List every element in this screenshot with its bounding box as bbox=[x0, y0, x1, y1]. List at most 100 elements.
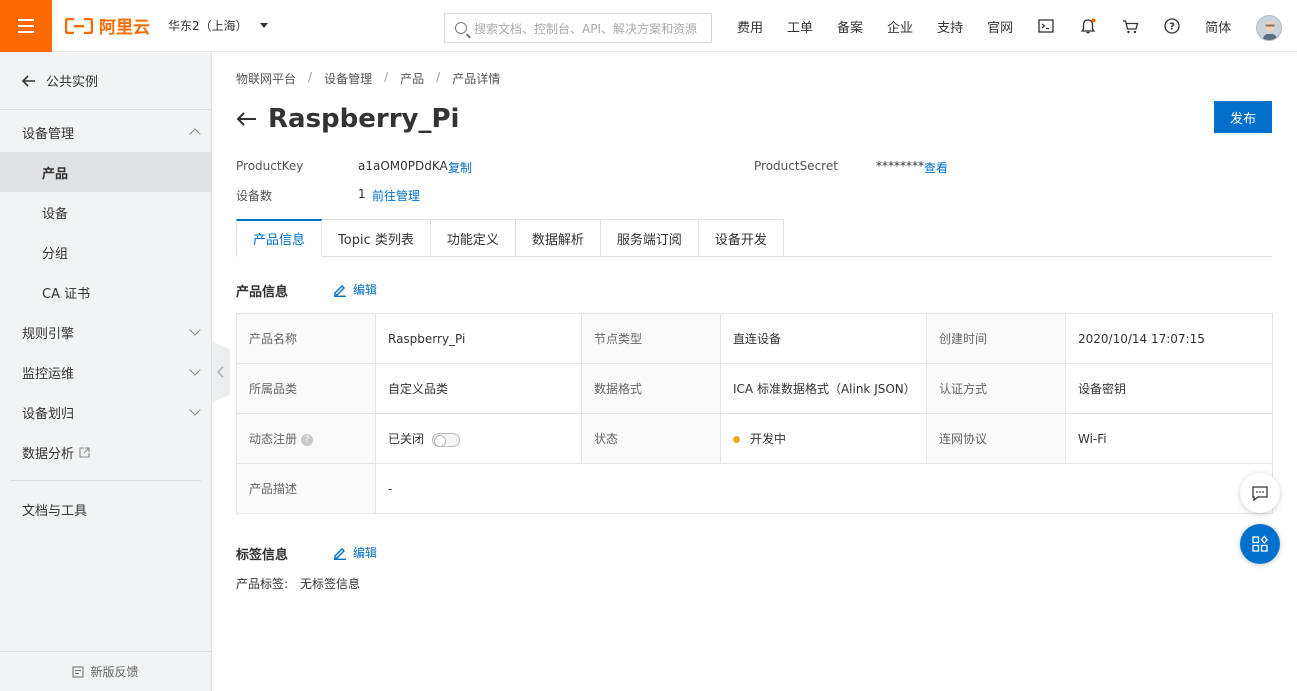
chat-button[interactable] bbox=[1240, 473, 1280, 513]
sidebar-item-label: 设备 bbox=[42, 206, 69, 222]
table-key: 认证方式 bbox=[926, 363, 1066, 414]
table-key: 所属品类 bbox=[236, 363, 376, 414]
table-key: 节点类型 bbox=[581, 313, 721, 364]
nav-fees[interactable]: 费用 bbox=[725, 17, 775, 36]
tab-function-definition[interactable]: 功能定义 bbox=[430, 219, 516, 257]
sidebar-item-devices[interactable]: 设备 bbox=[0, 192, 211, 232]
search-input[interactable]: 搜索文档、控制台、API、解决方案和资源 bbox=[444, 13, 712, 43]
sidebar-item-label: 文档与工具 bbox=[22, 503, 88, 519]
view-secret-link[interactable]: 查看 bbox=[924, 159, 948, 176]
sidebar: 公共实例 设备管理 产品 设备 分组 CA 证书 规则引擎 监控运维 设备划归 … bbox=[0, 52, 212, 691]
tab-product-info[interactable]: 产品信息 bbox=[236, 219, 323, 257]
edit-label: 编辑 bbox=[353, 546, 378, 560]
table-value-cell: 开发中 bbox=[720, 413, 927, 464]
chevron-down-icon bbox=[189, 324, 201, 336]
sidebar-item-device-assign[interactable]: 设备划归 bbox=[0, 392, 211, 432]
chat-icon bbox=[1252, 486, 1268, 501]
back-to-public-instance[interactable]: 公共实例 bbox=[0, 52, 211, 110]
chevron-down-icon bbox=[189, 364, 201, 376]
table-key: 创建时间 bbox=[926, 313, 1066, 364]
sidebar-item-data-analytics[interactable]: 数据分析 bbox=[0, 432, 211, 472]
nav-website[interactable]: 官网 bbox=[975, 17, 1025, 36]
sidebar-item-rule-engine[interactable]: 规则引擎 bbox=[0, 312, 211, 352]
menu-icon[interactable] bbox=[0, 0, 52, 52]
status-value: 开发中 bbox=[750, 432, 787, 446]
product-key-label: ProductKey bbox=[236, 159, 304, 173]
breadcrumb: 物联网平台 / 设备管理 / 产品 / 产品详情 bbox=[236, 70, 500, 87]
terminal-icon[interactable] bbox=[1025, 0, 1067, 52]
feedback-icon bbox=[72, 665, 85, 678]
bell-icon[interactable] bbox=[1067, 0, 1109, 52]
sidebar-item-label: 设备划归 bbox=[22, 406, 75, 422]
table-value: 直连设备 bbox=[720, 313, 927, 364]
sidebar-item-device-management[interactable]: 设备管理 bbox=[0, 112, 211, 152]
breadcrumb-separator: / bbox=[308, 70, 313, 84]
breadcrumb-separator: / bbox=[384, 70, 389, 84]
product-tags-value: 无标签信息 bbox=[300, 577, 361, 591]
goto-manage-link[interactable]: 前往管理 bbox=[372, 187, 420, 204]
aliyun-logo-icon bbox=[65, 17, 93, 34]
sidebar-collapse-handle[interactable] bbox=[212, 342, 230, 402]
table-value: ICA 标准数据格式（Alink JSON） bbox=[720, 363, 927, 414]
avatar[interactable] bbox=[1256, 15, 1282, 41]
edit-label: 编辑 bbox=[353, 283, 378, 297]
tab-data-parsing[interactable]: 数据解析 bbox=[515, 219, 601, 257]
sidebar-item-monitoring[interactable]: 监控运维 bbox=[0, 352, 211, 392]
back-arrow-icon[interactable] bbox=[236, 111, 258, 127]
sidebar-item-groups[interactable]: 分组 bbox=[0, 232, 211, 272]
question-icon[interactable]: ? bbox=[301, 433, 314, 446]
sidebar-item-products[interactable]: 产品 bbox=[0, 152, 211, 192]
sidebar-item-docs-tools[interactable]: 文档与工具 bbox=[0, 489, 211, 529]
edit-product-info-link[interactable]: 编辑 bbox=[333, 281, 377, 298]
logo[interactable]: 阿里云 bbox=[65, 13, 150, 38]
apps-button[interactable] bbox=[1240, 524, 1280, 564]
sidebar-item-label: 分组 bbox=[42, 246, 69, 262]
nav-support[interactable]: 支持 bbox=[925, 17, 975, 36]
nav-tickets[interactable]: 工单 bbox=[775, 17, 825, 36]
region-selector[interactable]: 华东2（上海） bbox=[168, 17, 268, 34]
breadcrumb-product-detail: 产品详情 bbox=[452, 72, 501, 86]
sidebar-item-ca-cert[interactable]: CA 证书 bbox=[0, 272, 211, 312]
sidebar-item-label: CA 证书 bbox=[42, 286, 91, 302]
table-key: 产品名称 bbox=[236, 313, 376, 364]
table-value: - bbox=[375, 463, 1273, 514]
nav-enterprise[interactable]: 企业 bbox=[875, 17, 925, 36]
tab-server-subscription[interactable]: 服务端订阅 bbox=[600, 219, 699, 257]
cart-icon[interactable] bbox=[1109, 0, 1151, 52]
feedback-button[interactable]: 新版反馈 bbox=[0, 651, 211, 691]
help-icon[interactable]: ? bbox=[1151, 0, 1193, 52]
edit-icon bbox=[334, 547, 346, 560]
external-link-icon bbox=[79, 446, 90, 458]
publish-button[interactable]: 发布 bbox=[1214, 101, 1272, 133]
device-count-value: 1 bbox=[358, 187, 366, 201]
table-key-cell: 动态注册? bbox=[236, 413, 376, 464]
sidebar-item-label: 设备管理 bbox=[22, 126, 75, 142]
region-label: 华东2（上海） bbox=[168, 19, 248, 33]
table-value: 自定义品类 bbox=[375, 363, 582, 414]
edit-tags-link[interactable]: 编辑 bbox=[333, 544, 377, 561]
tab-topic-list[interactable]: Topic 类列表 bbox=[322, 219, 431, 257]
table-key: 产品描述 bbox=[236, 463, 376, 514]
table-key: 连网协议 bbox=[926, 413, 1066, 464]
nav-icp[interactable]: 备案 bbox=[825, 17, 875, 36]
language-toggle[interactable]: 简体 bbox=[1193, 17, 1243, 36]
sidebar-item-label: 数据分析 bbox=[22, 446, 75, 462]
tab-device-development[interactable]: 设备开发 bbox=[698, 219, 784, 257]
table-value: 2020/10/14 17:07:15 bbox=[1065, 313, 1273, 364]
product-info-table: 产品名称 Raspberry_Pi 节点类型 直连设备 创建时间 2020/10… bbox=[236, 313, 1273, 514]
copy-link[interactable]: 复制 bbox=[448, 159, 472, 176]
table-key: 数据格式 bbox=[581, 363, 721, 414]
top-bar: 阿里云 华东2（上海） 搜索文档、控制台、API、解决方案和资源 费用 工单 备… bbox=[0, 0, 1297, 52]
product-secret-value: ******** bbox=[876, 159, 924, 173]
dynamic-register-toggle[interactable] bbox=[432, 432, 461, 447]
product-tags-label: 产品标签: bbox=[236, 577, 289, 591]
breadcrumb-products[interactable]: 产品 bbox=[400, 70, 424, 87]
breadcrumb-separator: / bbox=[436, 70, 441, 84]
edit-icon bbox=[334, 284, 346, 297]
svg-text:?: ? bbox=[1169, 22, 1175, 33]
breadcrumb-device-mgmt[interactable]: 设备管理 bbox=[324, 70, 372, 87]
table-value: Wi-Fi bbox=[1065, 413, 1273, 464]
back-label: 公共实例 bbox=[46, 75, 99, 90]
search-icon bbox=[455, 22, 467, 34]
breadcrumb-iot-platform[interactable]: 物联网平台 bbox=[236, 70, 296, 87]
